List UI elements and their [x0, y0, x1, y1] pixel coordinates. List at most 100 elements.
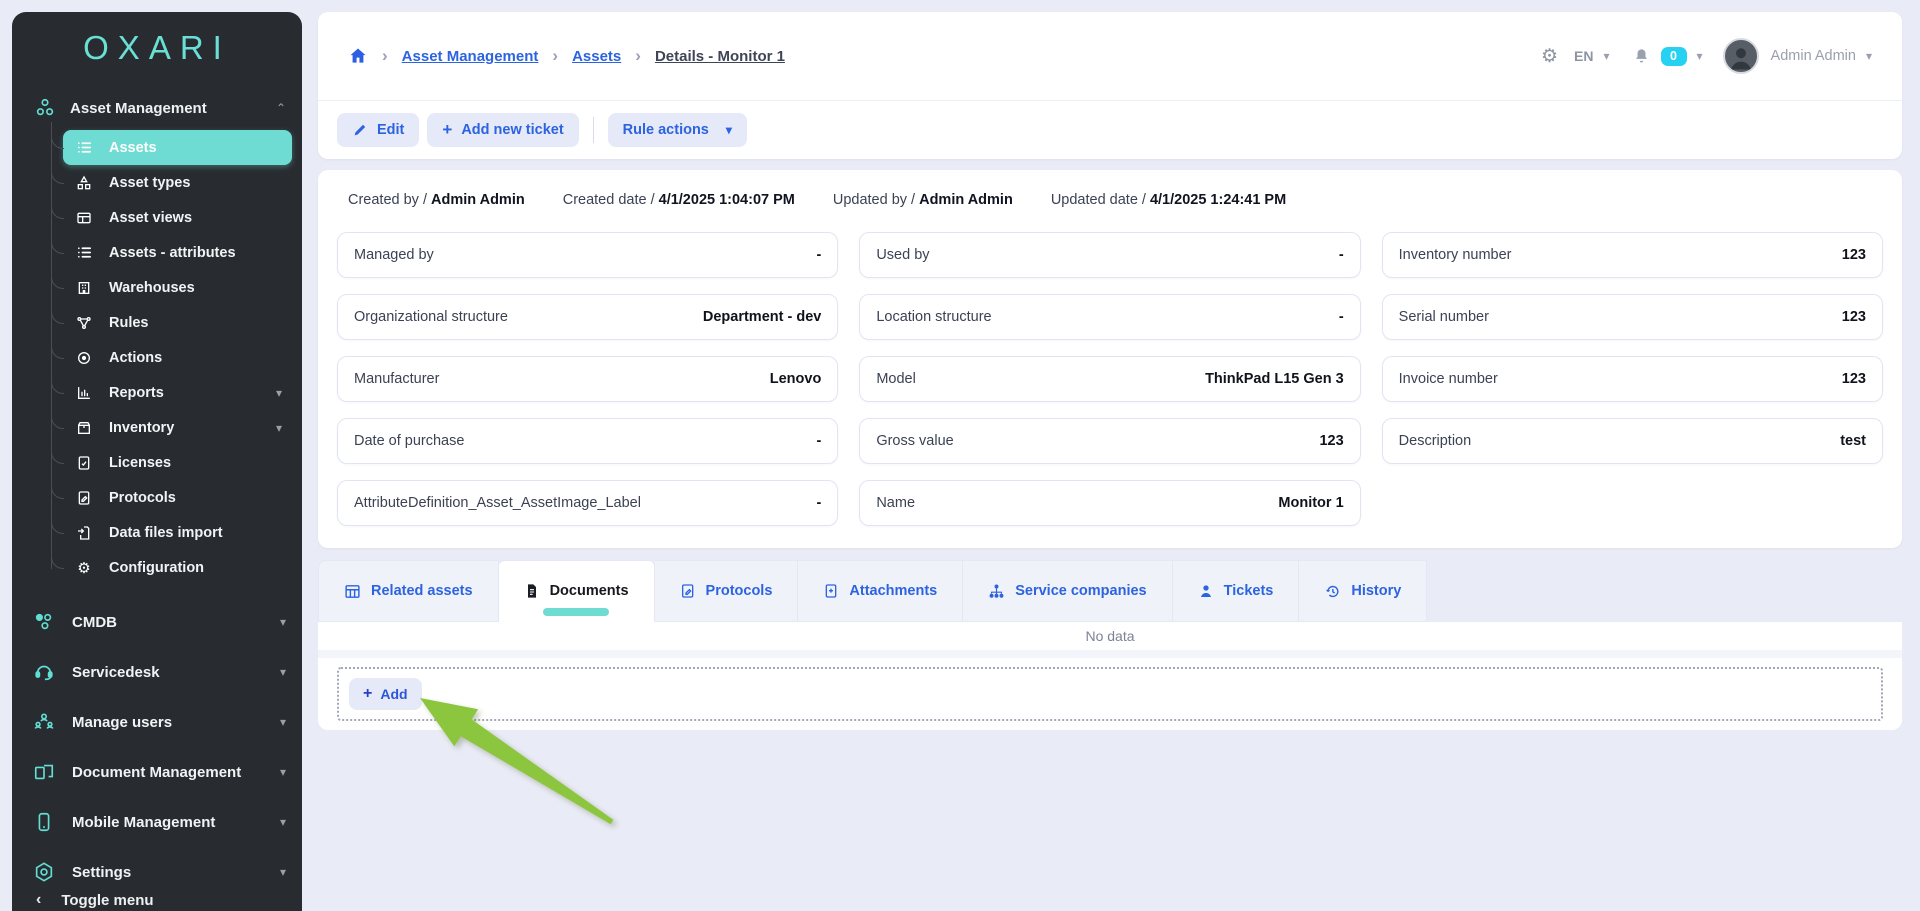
sidebar-item-servicedesk[interactable]: Servicedesk ▾	[12, 647, 302, 697]
sidebar-item-asset-views[interactable]: Asset views	[51, 192, 292, 235]
field-card-organizational-structure: Organizational structure Department - dev	[337, 294, 839, 340]
warehouse-icon	[75, 279, 93, 297]
notification-badge[interactable]: 0	[1660, 46, 1687, 66]
details-panel: Created by / Admin Admin Created date /4/…	[318, 170, 1902, 548]
no-data-message: No data	[318, 622, 1902, 658]
list-icon	[75, 244, 93, 262]
document-icon	[524, 583, 540, 599]
home-icon[interactable]	[348, 46, 368, 66]
field-card-invoice-number: Invoice number 123	[1381, 356, 1883, 402]
table-icon	[75, 209, 93, 227]
sidebar-item-mobile-management[interactable]: Mobile Management ▾	[12, 797, 302, 847]
sidebar-item-configuration[interactable]: ⚙ Configuration	[51, 542, 292, 585]
sidebar-item-assets-attributes[interactable]: Assets - attributes	[51, 227, 292, 270]
chevron-right-icon: ›	[552, 46, 559, 65]
updated-date: Updated date /4/1/2025 1:24:41 PM	[1050, 192, 1287, 208]
chevron-down-icon[interactable]: ▾	[1697, 49, 1703, 63]
sidebar-item-assets[interactable]: Assets	[51, 122, 292, 165]
rule-actions-label: Rule actions	[622, 122, 709, 138]
sidebar-item-manage-users[interactable]: Manage users ▾	[12, 697, 302, 747]
box-icon	[75, 419, 93, 437]
rule-actions-button[interactable]: Rule actions ▾	[607, 113, 747, 147]
sidebar-item-label: Reports	[109, 384, 164, 401]
sidebar-item-document-management[interactable]: Document Management ▾	[12, 747, 302, 797]
tab-label: Documents	[549, 583, 629, 599]
sidebar-item-protocols[interactable]: Protocols	[51, 472, 292, 515]
chevron-left-icon: ‹	[36, 891, 42, 908]
sidebar-item-label: Protocols	[109, 489, 176, 506]
breadcrumb-link-asset-management[interactable]: Asset Management	[402, 48, 539, 65]
avatar[interactable]	[1722, 38, 1759, 74]
tab-history[interactable]: History	[1299, 560, 1428, 622]
tab-tickets[interactable]: Tickets	[1172, 560, 1300, 622]
toolbar: Edit + Add new ticket Rule actions ▾	[318, 101, 1902, 159]
add-new-ticket-button[interactable]: + Add new ticket	[427, 113, 579, 147]
sidebar-item-rules[interactable]: Rules	[51, 297, 292, 340]
sidebar-item-data-files-import[interactable]: Data files import	[51, 507, 292, 550]
add-button[interactable]: + Add	[349, 678, 422, 710]
fields-grid: Managed by - Used by - Inventory number 123…	[337, 232, 1883, 526]
tab-service-companies[interactable]: Service companies	[963, 560, 1173, 622]
sidebar-item-actions[interactable]: Actions	[51, 332, 292, 375]
document-pencil-icon	[680, 583, 696, 599]
document-pencil-icon	[75, 489, 93, 507]
chevron-down-icon: ▾	[279, 715, 286, 729]
sidebar-section-label: Manage users	[72, 713, 173, 731]
toggle-menu-label: Toggle menu	[61, 891, 154, 909]
sidebar-item-label: Data files import	[109, 524, 223, 541]
sidebar-item-reports[interactable]: Reports ▾	[51, 367, 292, 410]
cmdb-icon	[32, 610, 56, 634]
sidebar-item-inventory[interactable]: Inventory ▾	[51, 402, 292, 445]
sidebar-item-label: Assets	[109, 139, 157, 156]
nodes-icon	[75, 314, 93, 332]
field-card-location-structure: Location structure -	[859, 294, 1361, 340]
chevron-right-icon: ›	[382, 46, 388, 65]
tab-label: Tickets	[1223, 583, 1274, 599]
sidebar-item-asset-types[interactable]: Asset types	[51, 157, 292, 200]
tab-label: Related assets	[371, 583, 473, 599]
breadcrumb-link-assets[interactable]: Assets	[572, 48, 621, 65]
field-card-inventory-number: Inventory number 123	[1381, 232, 1883, 278]
asset-management-icon	[34, 97, 56, 119]
add-document-dropzone[interactable]: + Add	[337, 667, 1883, 721]
chevron-down-icon: ▾	[279, 815, 286, 829]
tab-documents[interactable]: Documents	[498, 560, 655, 622]
sidebar-section-label: Document Management	[72, 763, 242, 781]
documents-tab-panel: No data + Add	[318, 622, 1902, 730]
user-menu[interactable]: Admin Admin	[1771, 48, 1856, 64]
chevron-right-icon: ›	[635, 46, 641, 65]
toggle-menu-button[interactable]: ‹ Toggle menu	[12, 877, 302, 911]
edit-button[interactable]: Edit	[337, 113, 420, 147]
mobile-icon	[32, 810, 56, 834]
chevron-down-icon[interactable]: ▾	[1603, 49, 1609, 63]
plus-icon: +	[442, 120, 453, 139]
gear-icon[interactable]: ⚙	[1541, 45, 1558, 68]
list-icon	[75, 139, 93, 157]
oxari-logo: OXARI	[83, 29, 231, 66]
breadcrumb-row: › Asset Management › Assets › Details - …	[318, 12, 1902, 100]
bell-icon[interactable]	[1632, 47, 1651, 66]
language-selector[interactable]: EN	[1574, 48, 1593, 64]
field-card-used-by: Used by -	[859, 232, 1361, 278]
header-panel: › Asset Management › Assets › Details - …	[318, 12, 1902, 159]
tab-protocols[interactable]: Protocols	[654, 560, 799, 622]
sidebar-item-label: Inventory	[109, 419, 175, 436]
chevron-down-icon[interactable]: ▾	[1866, 49, 1872, 63]
field-card-description: Description test	[1381, 418, 1883, 464]
tab-related-assets[interactable]: Related assets	[318, 560, 499, 622]
sidebar-item-warehouses[interactable]: Warehouses	[51, 262, 292, 305]
pencil-icon	[352, 122, 368, 138]
tab-attachments[interactable]: Attachments	[798, 560, 964, 622]
sidebar: OXARI Asset Management ⌃ Assets Asset ty…	[12, 12, 302, 911]
sidebar-item-licenses[interactable]: Licenses	[51, 437, 292, 480]
person-icon	[1198, 583, 1214, 599]
sidebar-item-cmdb[interactable]: CMDB ▾	[12, 597, 302, 647]
target-icon	[75, 349, 93, 367]
chevron-down-icon: ▾	[725, 123, 732, 137]
sidebar-group-label: Asset Management	[70, 99, 207, 117]
add-button-label: Add	[380, 686, 408, 702]
history-clock-icon	[1324, 583, 1341, 600]
sidebar-section-label: Mobile Management	[72, 813, 216, 831]
documents-icon	[32, 760, 56, 784]
main-content: › Asset Management › Assets › Details - …	[318, 12, 1902, 730]
